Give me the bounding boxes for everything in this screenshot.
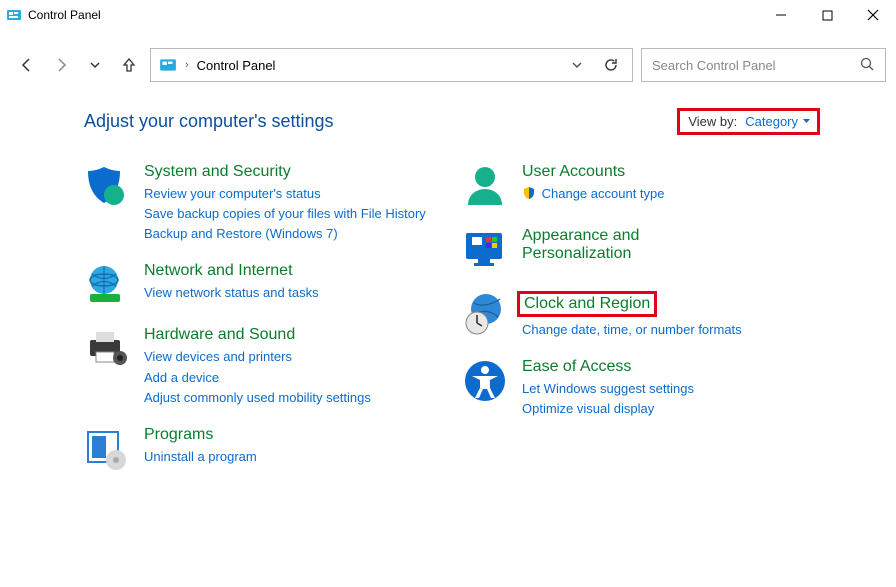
- category-title[interactable]: Appearance and Personalization: [522, 227, 639, 263]
- category-user-accounts: User Accounts Change account type: [462, 163, 820, 209]
- view-by-label: View by:: [688, 114, 737, 129]
- refresh-button[interactable]: [598, 52, 624, 78]
- maximize-button[interactable]: [804, 0, 850, 30]
- view-by-value: Category: [745, 114, 798, 129]
- view-by-control[interactable]: View by: Category: [677, 108, 820, 135]
- category-link-text: Change account type: [542, 186, 665, 201]
- content-area: Adjust your computer's settings View by:…: [0, 90, 896, 490]
- accessibility-icon: [462, 358, 508, 404]
- category-link[interactable]: View devices and printers: [144, 347, 371, 367]
- category-title[interactable]: Ease of Access: [522, 358, 631, 376]
- user-icon: [462, 163, 508, 209]
- category-ease-of-access: Ease of Access Let Windows suggest setti…: [462, 358, 820, 419]
- search-input[interactable]: [652, 58, 851, 73]
- control-panel-icon: [6, 7, 22, 23]
- category-link[interactable]: Review your computer's status: [144, 184, 426, 204]
- category-link[interactable]: View network status and tasks: [144, 283, 319, 303]
- category-link[interactable]: Add a device: [144, 368, 371, 388]
- category-link[interactable]: Change account type: [522, 184, 665, 204]
- category-title[interactable]: Clock and Region: [517, 291, 657, 317]
- category-title[interactable]: System and Security: [144, 163, 291, 181]
- category-network-internet: Network and Internet View network status…: [84, 262, 442, 308]
- category-hardware-sound: Hardware and Sound View devices and prin…: [84, 326, 442, 407]
- category-title[interactable]: User Accounts: [522, 163, 625, 181]
- titlebar: Control Panel: [0, 0, 896, 30]
- category-appearance: Appearance and Personalization: [462, 227, 820, 273]
- shield-icon: [84, 163, 130, 209]
- window-title: Control Panel: [28, 8, 101, 22]
- chevron-right-icon[interactable]: ›: [185, 59, 189, 71]
- address-dropdown-button[interactable]: [564, 52, 590, 78]
- close-button[interactable]: [850, 0, 896, 30]
- minimize-button[interactable]: [758, 0, 804, 30]
- back-button[interactable]: [14, 52, 40, 78]
- category-link[interactable]: Adjust commonly used mobility settings: [144, 388, 371, 408]
- category-link[interactable]: Change date, time, or number formats: [522, 320, 742, 340]
- breadcrumb-icon: [159, 56, 177, 74]
- printer-icon: [84, 326, 130, 372]
- toolbar: › Control Panel: [0, 40, 896, 90]
- category-link[interactable]: Let Windows suggest settings: [522, 379, 694, 399]
- search-bar[interactable]: [641, 48, 886, 82]
- category-title[interactable]: Network and Internet: [144, 262, 293, 280]
- programs-icon: [84, 426, 130, 472]
- globe-network-icon: [84, 262, 130, 308]
- clock-globe-icon: [462, 291, 508, 337]
- search-icon[interactable]: [859, 56, 875, 75]
- category-programs: Programs Uninstall a program: [84, 426, 442, 472]
- category-link[interactable]: Save backup copies of your files with Fi…: [144, 204, 426, 224]
- category-title[interactable]: Hardware and Sound: [144, 326, 295, 344]
- breadcrumb[interactable]: Control Panel: [197, 58, 276, 73]
- dropdown-caret-icon: [802, 114, 811, 129]
- category-clock-region: Clock and Region Change date, time, or n…: [462, 291, 820, 340]
- category-link[interactable]: Uninstall a program: [144, 447, 257, 467]
- category-system-security: System and Security Review your computer…: [84, 163, 442, 244]
- category-link[interactable]: Backup and Restore (Windows 7): [144, 224, 426, 244]
- forward-button[interactable]: [48, 52, 74, 78]
- address-bar[interactable]: › Control Panel: [150, 48, 633, 82]
- page-heading: Adjust your computer's settings: [84, 111, 334, 132]
- monitor-icon: [462, 227, 508, 273]
- category-link[interactable]: Optimize visual display: [522, 399, 694, 419]
- up-button[interactable]: [116, 52, 142, 78]
- category-title[interactable]: Programs: [144, 426, 213, 444]
- recent-locations-button[interactable]: [82, 52, 108, 78]
- uac-shield-icon: [522, 186, 536, 200]
